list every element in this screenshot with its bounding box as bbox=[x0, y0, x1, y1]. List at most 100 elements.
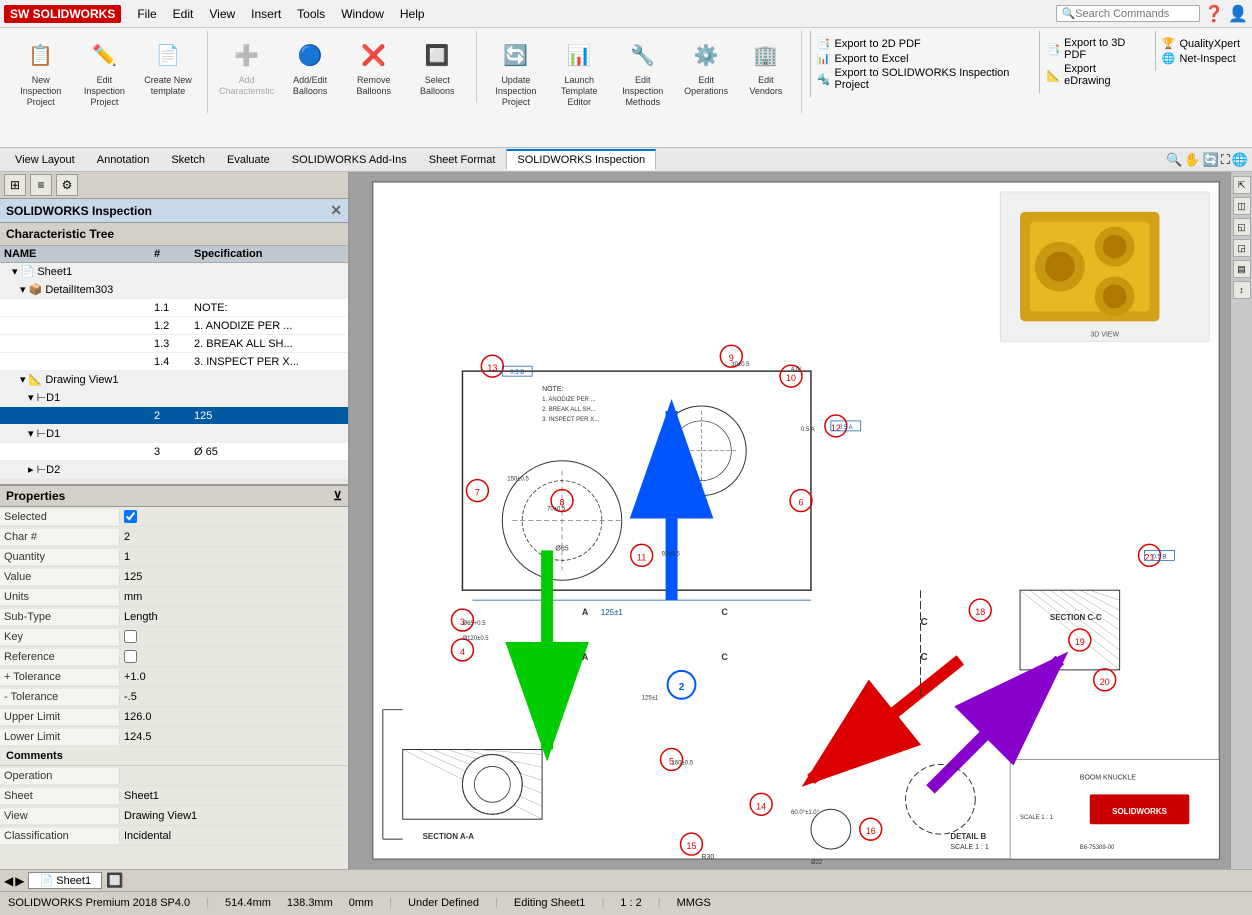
tree-body: ▾ 📄 Sheet1 ▾ 📦 DetailItem303 1.1 NOTE: bbox=[0, 263, 348, 479]
status-bar: SOLIDWORKS Premium 2018 SP4.0 | 514.4mm … bbox=[0, 891, 1252, 913]
tree-row-1-1[interactable]: 1.1 NOTE: bbox=[0, 299, 348, 317]
panel-btn-1[interactable]: ⊞ bbox=[4, 174, 26, 196]
menu-window[interactable]: Window bbox=[333, 4, 392, 24]
svg-text:92±0.5: 92±0.5 bbox=[662, 551, 681, 557]
export-solidworks-button[interactable]: 🔩 Export to SOLIDWORKS Inspection Projec… bbox=[817, 67, 1026, 91]
row14-spec: 3. INSPECT PER X... bbox=[194, 356, 344, 368]
panel-btn-3[interactable]: ⚙ bbox=[56, 174, 78, 196]
sheet1-tab[interactable]: 📄 Sheet1 bbox=[28, 872, 102, 889]
remove-balloons-button[interactable]: ❌ Remove Balloons bbox=[343, 33, 405, 101]
search-box[interactable]: 🔍 bbox=[1056, 5, 1200, 22]
tree-row-1-4[interactable]: 1.4 3. INSPECT PER X... bbox=[0, 353, 348, 371]
tree-row-d1a[interactable]: ▾ ⊢D1 bbox=[0, 389, 348, 407]
tab-solidworks-inspection[interactable]: SOLIDWORKS Inspection bbox=[506, 149, 656, 170]
user-icon[interactable]: 👤 bbox=[1228, 4, 1248, 24]
menu-edit[interactable]: Edit bbox=[165, 4, 202, 24]
rotate-icon[interactable]: 🔄 bbox=[1203, 152, 1219, 168]
svg-text:60.0°±1.0°: 60.0°±1.0° bbox=[791, 810, 820, 816]
panel-btn-2[interactable]: ≡ bbox=[30, 174, 52, 196]
tab-view-layout[interactable]: View Layout bbox=[4, 150, 86, 170]
fit-icon[interactable]: ⛶ bbox=[1221, 152, 1230, 168]
edit-vendors-button[interactable]: 🏢 Edit Vendors bbox=[739, 33, 793, 111]
create-template-label: Create New template bbox=[141, 75, 195, 97]
svg-text:0.5 B: 0.5 B bbox=[510, 370, 524, 376]
tree-row-3[interactable]: 3 Ø 65 bbox=[0, 443, 348, 461]
row12-num: 1.2 bbox=[154, 320, 194, 332]
tree-row-1-3[interactable]: 1.3 2. BREAK ALL SH... bbox=[0, 335, 348, 353]
menu-file[interactable]: File bbox=[129, 4, 164, 24]
add-edit-balloons-button[interactable]: 🔵 Add/Edit Balloons bbox=[279, 33, 341, 101]
mini-btn-6[interactable]: ↕ bbox=[1233, 281, 1251, 299]
mini-btn-2[interactable]: ◫ bbox=[1233, 197, 1251, 215]
add-sheet-icon[interactable]: 🔲 bbox=[106, 872, 123, 888]
svg-text:11: 11 bbox=[637, 552, 646, 562]
edit-inspection-button[interactable]: ✏️ Edit Inspection Project bbox=[74, 33, 136, 111]
prop-minus-tol-value: -.5 bbox=[120, 689, 348, 705]
svg-text:BOOM KNUCKLE: BOOM KNUCKLE bbox=[1080, 774, 1137, 781]
key-checkbox[interactable] bbox=[124, 630, 137, 643]
next-sheet-btn[interactable]: ▶ bbox=[15, 874, 24, 888]
add-balloons-label: Add/Edit Balloons bbox=[283, 75, 337, 97]
tree-row-d1b[interactable]: ▾ ⊢D1 bbox=[0, 425, 348, 443]
prop-subtype-value: Length bbox=[120, 609, 348, 625]
tab-bar-1: View Layout Annotation Sketch Evaluate S… bbox=[0, 148, 1252, 172]
export-edrawing-button[interactable]: 📐 Export eDrawing bbox=[1046, 63, 1140, 87]
update-inspection-button[interactable]: 🔄 Update Inspection Project bbox=[485, 33, 546, 111]
row3-spec: Ø 65 bbox=[194, 446, 344, 458]
export-excel-button[interactable]: 📊 Export to Excel bbox=[817, 52, 1026, 65]
edit-inspection-methods-button[interactable]: 🔧 Edit Inspection Methods bbox=[612, 33, 673, 111]
select-balloons-label: Select Balloons bbox=[411, 75, 465, 97]
selected-checkbox[interactable] bbox=[124, 510, 137, 523]
d1b-label: ▾ ⊢D1 bbox=[4, 427, 154, 440]
mini-btn-4[interactable]: ◲ bbox=[1233, 239, 1251, 257]
properties-panel: Properties ⊻ Selected Char # 2 Quantity … bbox=[0, 486, 348, 869]
menu-view[interactable]: View bbox=[201, 4, 243, 24]
export-3d-pdf-button[interactable]: 📑 Export to 3D PDF bbox=[1046, 37, 1140, 61]
export-2d-pdf-button[interactable]: 📑 Export to 2D PDF bbox=[817, 37, 1026, 50]
prop-lower-limit-row: Lower Limit 124.5 bbox=[0, 727, 348, 747]
svg-text:SOLIDWORKS: SOLIDWORKS bbox=[1112, 807, 1167, 816]
zoom-icon[interactable]: 🔍 bbox=[1166, 152, 1182, 168]
tree-row-1-2[interactable]: 1.2 1. ANODIZE PER ... bbox=[0, 317, 348, 335]
svg-text:Ø65: Ø65 bbox=[555, 545, 568, 552]
net-inspect-button[interactable]: 🌐 Net-Inspect bbox=[1162, 52, 1240, 65]
props-expand-icon[interactable]: ⊻ bbox=[333, 489, 342, 503]
svg-text:SCALE 1 : 1: SCALE 1 : 1 bbox=[950, 844, 988, 851]
create-template-button[interactable]: 📄 Create New template bbox=[137, 33, 199, 111]
tree-row-detail303[interactable]: ▾ 📦 DetailItem303 bbox=[0, 281, 348, 299]
menu-help[interactable]: Help bbox=[392, 4, 433, 24]
tab-evaluate[interactable]: Evaluate bbox=[216, 150, 281, 170]
menu-bar: SW SOLIDWORKS File Edit View Insert Tool… bbox=[0, 0, 1252, 28]
panel-close-btn[interactable]: ✕ bbox=[330, 202, 342, 219]
tab-addins[interactable]: SOLIDWORKS Add-Ins bbox=[281, 150, 418, 170]
tree-row-2[interactable]: 2 125 bbox=[0, 407, 348, 425]
mini-btn-1[interactable]: ⇱ bbox=[1233, 176, 1251, 194]
add-characteristic-button[interactable]: ➕ Add Characteristic bbox=[216, 33, 278, 101]
export-pdf-icon: 📑 bbox=[817, 37, 831, 50]
launch-template-button[interactable]: 📊 Launch Template Editor bbox=[549, 33, 610, 111]
tab-sketch[interactable]: Sketch bbox=[160, 150, 216, 170]
tree-row-drawingview1[interactable]: ▾ 📐 Drawing View1 bbox=[0, 371, 348, 389]
quality-xpert-button[interactable]: 🏆 QualityXpert bbox=[1162, 37, 1240, 50]
add-char-icon: ➕ bbox=[229, 37, 265, 73]
new-inspection-button[interactable]: 📋 New Inspection Project bbox=[10, 33, 72, 111]
help-icon[interactable]: ❓ bbox=[1204, 4, 1224, 24]
mini-btn-3[interactable]: ◱ bbox=[1233, 218, 1251, 236]
edit-operations-button[interactable]: ⚙️ Edit Operations bbox=[675, 33, 736, 111]
add-sheet-btn[interactable]: 🔲 bbox=[106, 872, 123, 889]
tab-annotation[interactable]: Annotation bbox=[86, 150, 161, 170]
reference-checkbox[interactable] bbox=[124, 650, 137, 663]
search-input[interactable] bbox=[1075, 8, 1195, 20]
pan-icon[interactable]: ✋ bbox=[1184, 152, 1200, 168]
menu-insert[interactable]: Insert bbox=[243, 4, 289, 24]
tree-row-sheet1[interactable]: ▾ 📄 Sheet1 bbox=[0, 263, 348, 281]
select-balloons-button[interactable]: 🔲 Select Balloons bbox=[407, 33, 469, 101]
prev-sheet-btn[interactable]: ◀ bbox=[4, 874, 13, 888]
mini-btn-5[interactable]: ▤ bbox=[1233, 260, 1251, 278]
tab-sheet-format[interactable]: Sheet Format bbox=[418, 150, 507, 170]
svg-text:4: 4 bbox=[460, 647, 465, 657]
app-version: SOLIDWORKS Premium 2018 SP4.0 bbox=[8, 897, 190, 909]
panel-title: SOLIDWORKS Inspection bbox=[6, 204, 152, 218]
tree-row-d2[interactable]: ▸ ⊢D2 bbox=[0, 461, 348, 479]
menu-tools[interactable]: Tools bbox=[289, 4, 333, 24]
